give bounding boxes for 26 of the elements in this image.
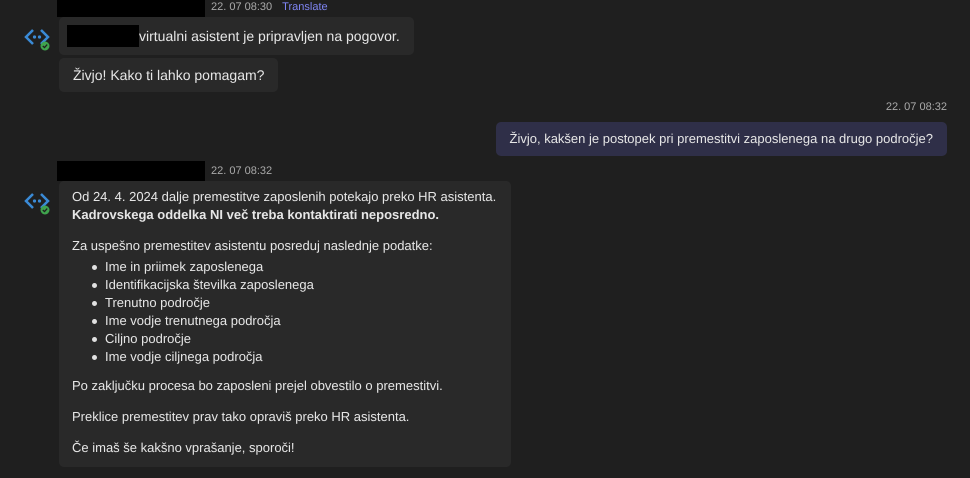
list-item-text: Ime vodje ciljnega področja xyxy=(105,348,263,366)
message-text: virtualni asistent je pripravljen na pogovor. xyxy=(139,27,400,45)
message-text: Od 24. 4. 2024 dalje premestitve zaposlenih potekajo preko HR asistenta. xyxy=(72,188,498,206)
bullet-icon xyxy=(92,318,97,324)
bullet-icon xyxy=(92,264,97,270)
timestamp: 22. 07 08:32 xyxy=(211,164,272,178)
bullet-icon xyxy=(92,354,97,360)
user-message: Živjo, kakšen je postopek pri premestitvi zaposlenega na drugo področje? xyxy=(496,122,947,156)
list-item-text: Identifikacijska številka zaposlenega xyxy=(105,276,314,294)
message-text: Po zaključku procesa bo zaposleni prejel obvestilo o premestitvi. xyxy=(72,377,444,395)
list-item-text: Trenutno področje xyxy=(105,294,210,312)
bullet-icon xyxy=(92,282,97,288)
list-item-text: Ime vodje trenutnega področja xyxy=(105,312,281,330)
message-text: Preklice premestitev prav tako opraviš preko HR asistenta. xyxy=(72,408,410,426)
message-text: Če imaš še kakšno vprašanje, sporoči! xyxy=(72,439,296,457)
timestamp: 22. 07 08:30 xyxy=(211,0,272,14)
list-item-text: Ime in priimek zaposlenega xyxy=(105,258,264,276)
message-text: Kadrovskega oddelka NI več treba kontaktirati neposredno. xyxy=(72,206,440,224)
translate-link[interactable]: Translate xyxy=(282,0,328,14)
message-text: Živjo! Kako ti lahko pomagam? xyxy=(73,66,264,84)
redaction-bar xyxy=(67,25,139,47)
list-item-text: Ciljno področje xyxy=(105,330,191,348)
message-text: Za uspešno premestitev asistentu posreduj naslednje podatke: xyxy=(72,237,434,255)
bullet-icon xyxy=(92,300,97,306)
timestamp: 22. 07 08:32 xyxy=(886,100,947,114)
bullet-icon xyxy=(92,336,97,342)
